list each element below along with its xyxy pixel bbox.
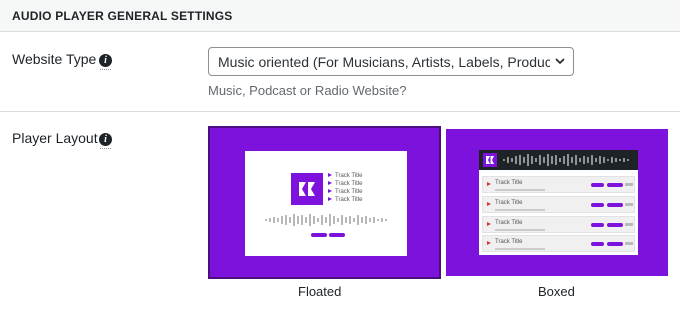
track-row: Track Title (482, 196, 635, 213)
track-row: Track Title (482, 176, 635, 193)
website-type-selected-value: Music oriented (For Musicians, Artists, … (218, 54, 550, 70)
layout-label-boxed: Boxed (538, 284, 575, 299)
section-header: AUDIO PLAYER GENERAL SETTINGS (0, 0, 680, 32)
layout-option-boxed[interactable]: Track Title Track Title Track Title Trac… (446, 129, 668, 276)
info-icon[interactable]: i (99, 133, 112, 149)
player-layout-label: Player Layout (12, 130, 98, 146)
track-row: Track Title (482, 235, 635, 252)
preview-pill (311, 233, 327, 237)
layout-label-floated: Floated (298, 284, 342, 299)
website-type-help: Music, Podcast or Radio Website? (208, 83, 407, 98)
cover-art (291, 173, 323, 205)
cover-art (483, 153, 497, 167)
player-logo-icon (299, 182, 315, 196)
website-type-select[interactable]: Music oriented (For Musicians, Artists, … (208, 47, 574, 76)
info-icon[interactable]: i (99, 54, 112, 70)
preview-pill (329, 233, 345, 237)
waveform-icon (503, 154, 629, 166)
floated-preview (245, 151, 407, 256)
player-logo-icon (486, 156, 494, 164)
track-row: Track Title (328, 197, 362, 203)
track-row: Track Title (328, 173, 362, 179)
layout-option-floated[interactable]: Track Title Track Title Track Title Trac… (208, 126, 441, 279)
track-row: Track Title (328, 189, 362, 195)
track-row: Track Title (482, 216, 635, 233)
website-type-label: Website Type (12, 51, 97, 67)
waveform-icon (265, 214, 387, 226)
track-row: Track Title (328, 181, 362, 187)
section-title: AUDIO PLAYER GENERAL SETTINGS (12, 9, 233, 23)
divider (0, 111, 680, 112)
chevron-down-icon (555, 58, 565, 65)
